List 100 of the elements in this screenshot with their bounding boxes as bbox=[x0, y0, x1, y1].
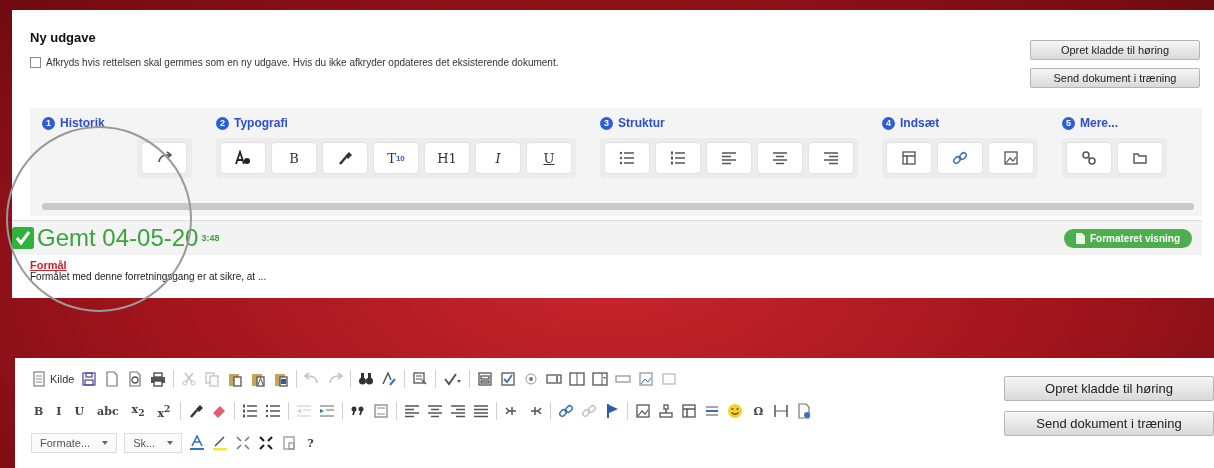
select-field-icon bbox=[592, 371, 609, 387]
content-text: Formålet med denne forretningsgang er at sikre, at ... bbox=[30, 271, 268, 282]
table-icon bbox=[901, 150, 917, 166]
dropdown[interactable]: Sk... bbox=[124, 433, 183, 453]
toolbar-button[interactable] bbox=[381, 371, 398, 387]
preview-icon bbox=[127, 371, 144, 387]
checkbox-icon bbox=[500, 371, 517, 387]
spellcheck-icon bbox=[443, 371, 463, 387]
justify-icon bbox=[473, 403, 490, 419]
document-icon bbox=[1075, 232, 1085, 244]
toolbar-button[interactable] bbox=[443, 371, 463, 387]
unlink-icon bbox=[581, 403, 598, 419]
toolbar-button[interactable]: B bbox=[271, 142, 317, 174]
toolbar-button[interactable]: x$^{2}$ bbox=[154, 402, 174, 420]
group-title: Historik bbox=[60, 116, 105, 130]
toolbar-button[interactable]: H1 bbox=[424, 142, 470, 174]
text-area-icon bbox=[569, 371, 586, 387]
toolbar-button[interactable] bbox=[727, 403, 744, 419]
outdent-icon bbox=[296, 403, 313, 419]
cut-icon bbox=[181, 371, 198, 387]
table-icon bbox=[681, 403, 698, 419]
maximize-icon bbox=[235, 435, 252, 451]
group-title: Struktur bbox=[618, 116, 665, 130]
step-number: 2 bbox=[216, 116, 229, 130]
toolbar-button[interactable] bbox=[635, 403, 652, 419]
toolbar-button[interactable] bbox=[127, 371, 144, 387]
toolbar-button[interactable] bbox=[188, 403, 205, 419]
indent-icon bbox=[319, 403, 336, 419]
paste-word-icon bbox=[273, 371, 290, 387]
copy-icon bbox=[204, 371, 221, 387]
scrollbar[interactable] bbox=[42, 203, 1194, 210]
toolbar-button[interactable] bbox=[150, 371, 167, 387]
toolbar-button[interactable] bbox=[212, 435, 229, 451]
show-blocks-icon bbox=[258, 435, 275, 451]
toolbar-button[interactable] bbox=[427, 403, 444, 419]
horizontal-line-icon bbox=[704, 403, 721, 419]
align-left-icon bbox=[721, 150, 737, 166]
action-button[interactable]: Send dokument i træning bbox=[1030, 68, 1200, 88]
toolbar-button[interactable] bbox=[404, 403, 421, 419]
print-icon bbox=[150, 371, 167, 387]
group-title: Indsæt bbox=[900, 116, 940, 130]
image-icon bbox=[635, 403, 652, 419]
anchor-link-icon bbox=[1081, 150, 1097, 166]
folder-icon bbox=[1132, 150, 1148, 166]
step-number: 4 bbox=[882, 116, 895, 130]
binoculars-icon bbox=[358, 371, 375, 387]
paintbrush-icon bbox=[188, 403, 205, 419]
checkbox-label: Afkryds hvis rettelsen skal gemmes som en ny udgave. Hvis du ikke afkryder opdateres det eksisterende dokument. bbox=[46, 57, 559, 68]
template-icon bbox=[281, 435, 298, 451]
toolbar-button[interactable]: B bbox=[31, 404, 47, 418]
toolbar-button[interactable] bbox=[265, 403, 282, 419]
align-center-icon bbox=[772, 150, 788, 166]
toolbar-button[interactable]: abc bbox=[94, 404, 122, 418]
eraser-icon bbox=[211, 403, 228, 419]
toolbar-button[interactable]: U bbox=[71, 404, 88, 418]
bulleted-list-icon bbox=[265, 403, 282, 419]
bulleted-list-icon bbox=[619, 150, 635, 166]
toolbar-button[interactable] bbox=[242, 403, 259, 419]
font-style-icon bbox=[235, 150, 251, 166]
step-number: 3 bbox=[600, 116, 613, 130]
checkbox[interactable] bbox=[30, 57, 41, 68]
toolbar-button[interactable]: I bbox=[475, 142, 521, 174]
iframe-icon bbox=[796, 403, 813, 419]
align-center-icon bbox=[427, 403, 444, 419]
toolbar-button[interactable]: U bbox=[526, 142, 572, 174]
dropdown[interactable]: Formate... bbox=[31, 433, 118, 453]
flash-icon bbox=[658, 403, 675, 419]
toolbar-button[interactable] bbox=[681, 403, 698, 419]
toolbar-button[interactable]: I bbox=[53, 404, 65, 418]
saved-time: 3:48 bbox=[201, 233, 220, 243]
section-title: Ny udgave bbox=[30, 30, 97, 45]
step-number: 1 bbox=[42, 116, 55, 130]
toolbar-button[interactable]: Ω bbox=[750, 404, 767, 418]
text-field-icon bbox=[546, 371, 563, 387]
page-break-icon bbox=[773, 403, 790, 419]
toolbar-button[interactable] bbox=[358, 371, 375, 387]
toolbar-button[interactable] bbox=[473, 403, 490, 419]
paste-text-icon bbox=[250, 371, 267, 387]
document-icon bbox=[31, 371, 47, 387]
toolbar-button[interactable]: x$_{2}$ bbox=[128, 403, 148, 419]
toolbar-button[interactable] bbox=[450, 403, 467, 419]
highlight-color-icon bbox=[212, 435, 229, 451]
text-color-icon bbox=[189, 435, 206, 451]
toolbar-button[interactable]: ? bbox=[304, 436, 317, 450]
group-title: Mere... bbox=[1080, 116, 1118, 130]
content-heading: Formål bbox=[30, 259, 68, 271]
form-icon bbox=[477, 371, 494, 387]
step-number: 5 bbox=[1062, 116, 1075, 130]
caret-icon bbox=[167, 441, 174, 445]
select-all-icon bbox=[412, 371, 429, 387]
toolbar-button[interactable] bbox=[258, 435, 275, 451]
toolbar-button[interactable]: Kilde bbox=[31, 371, 75, 387]
toolbar-button[interactable] bbox=[273, 371, 290, 387]
action-button[interactable]: Send dokument i træning bbox=[1004, 411, 1214, 436]
action-button[interactable]: Opret kladde til høring bbox=[1004, 376, 1214, 401]
image-button-icon bbox=[638, 371, 655, 387]
saved-status: Gemt 04-05-20 bbox=[37, 224, 199, 252]
link-icon bbox=[558, 403, 575, 419]
action-button[interactable]: Opret kladde til høring bbox=[1030, 40, 1200, 60]
hidden-field-icon bbox=[661, 371, 678, 387]
